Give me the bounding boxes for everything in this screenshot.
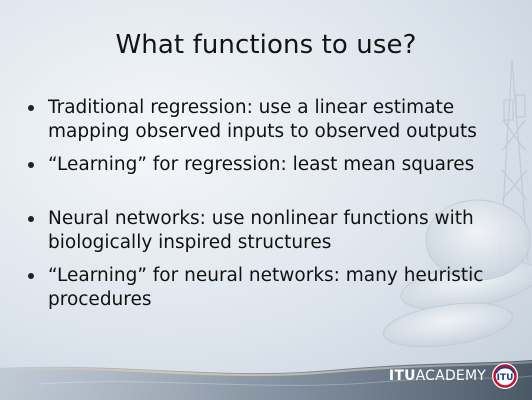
slide-title: What functions to use? — [115, 30, 417, 60]
bullet-line: procedures — [48, 289, 152, 310]
bullet-line: Neural networks: use nonlinear functions… — [48, 208, 474, 229]
bullet-line: “Learning” for regression: least mean sq… — [48, 154, 475, 175]
bullet-line: Traditional regression: use a linear est… — [48, 97, 455, 118]
bullet-line: biologically inspired structures — [48, 232, 332, 253]
bullet-dot-icon — [28, 105, 34, 111]
bullet-item: “Learning” for neural networks: many heu… — [20, 264, 520, 312]
bullet-dot-icon — [28, 273, 34, 279]
bullet-line: mapping observed inputs to observed outp… — [48, 121, 477, 142]
itu-emblem-icon: ITU — [492, 363, 518, 389]
bullet-dot-icon — [28, 216, 34, 222]
itu-academy-logo: ITUACADEMY ITU — [389, 361, 520, 391]
svg-text:ITU: ITU — [497, 373, 514, 383]
slide: What functions to use? Traditional regre… — [0, 0, 532, 400]
bullet-item: “Learning” for regression: least mean sq… — [20, 153, 520, 177]
bullet-dot-icon — [28, 162, 34, 168]
bullet-line: “Learning” for neural networks: many heu… — [48, 265, 484, 286]
bullet-list: Traditional regression: use a linear est… — [20, 96, 520, 321]
bullet-item: Neural networks: use nonlinear functions… — [20, 207, 520, 255]
logo-text: ITUACADEMY — [388, 368, 486, 384]
bullet-item: Traditional regression: use a linear est… — [20, 96, 520, 144]
